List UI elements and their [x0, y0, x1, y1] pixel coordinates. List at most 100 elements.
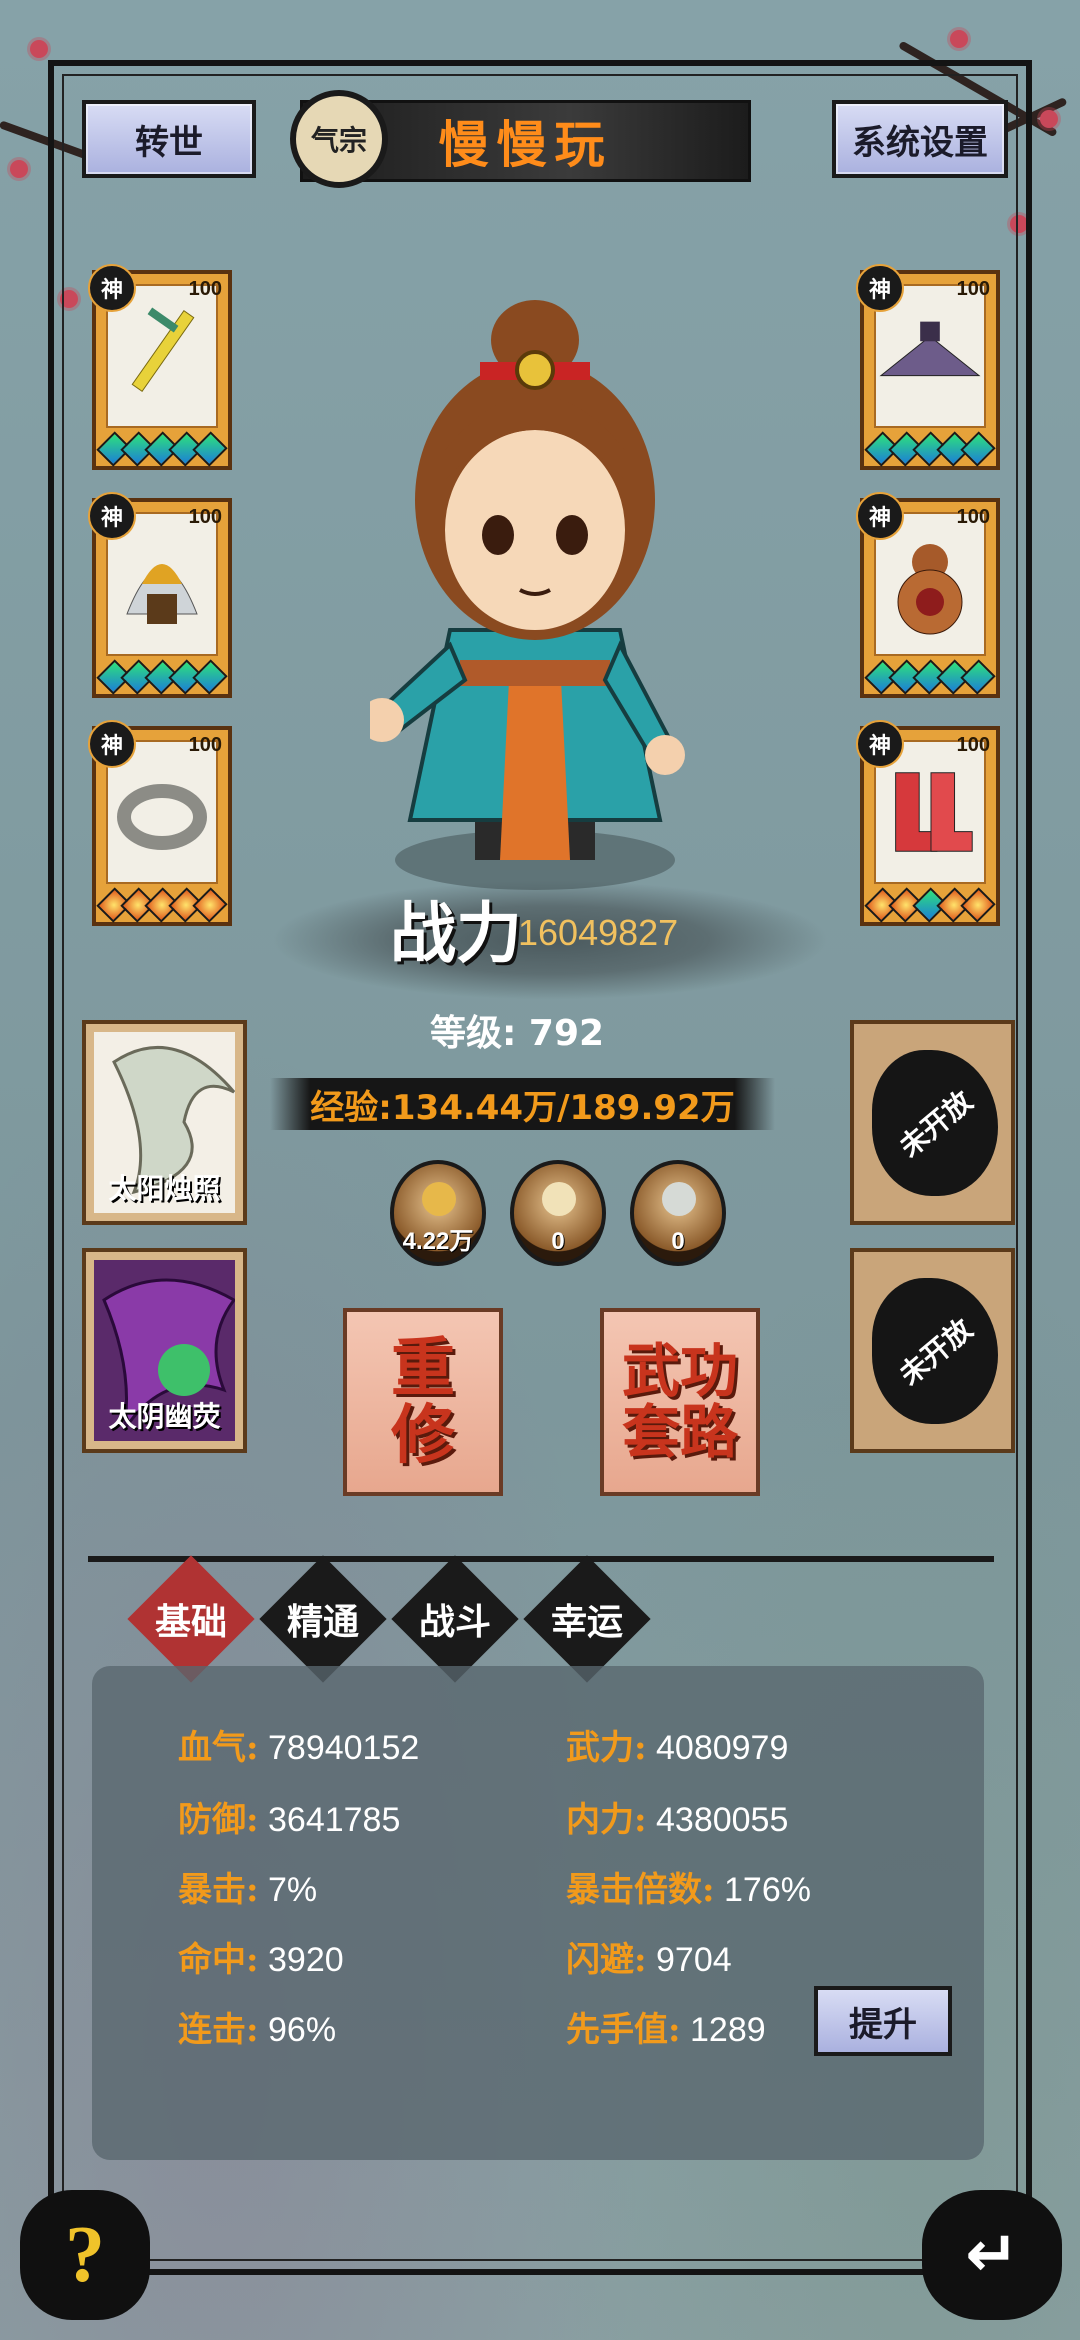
stat-key: 暴击:	[178, 1870, 259, 1910]
tab-mastery[interactable]: 精通	[259, 1555, 387, 1683]
locked-slot[interactable]: 未开放	[850, 1020, 1015, 1225]
gem-row	[864, 659, 996, 695]
stat-inner: 内力: 4380055	[566, 1792, 788, 1841]
exp-bar: 经验:134.44万/189.92万	[270, 1078, 775, 1130]
tab-label: 精通	[286, 1601, 359, 1643]
tab-basic[interactable]: 基础	[127, 1555, 255, 1683]
blossom-decoration	[1040, 110, 1058, 128]
grade-badge: 神	[856, 264, 904, 312]
skill-label: 太阳烛照	[108, 1172, 221, 1205]
stat-defense: 防御: 3641785	[178, 1792, 400, 1841]
equip-slot-weapon[interactable]: 神 100	[88, 264, 232, 470]
character-avatar	[360, 300, 700, 900]
locked-label: 未开放	[893, 1084, 979, 1164]
equip-slot-hat[interactable]: 神 100	[856, 264, 1000, 470]
stat-key: 血气:	[178, 1728, 259, 1768]
stat-value: 7%	[268, 1871, 318, 1909]
stat-key: 命中:	[178, 1940, 259, 1980]
skill-label: 太阴幽荧	[108, 1400, 221, 1433]
stat-combo: 连击: 96%	[178, 2002, 336, 2051]
lock-blot: 未开放	[872, 1050, 998, 1196]
currency-pot[interactable]: 0	[630, 1160, 726, 1266]
help-button[interactable]: ?	[20, 2190, 150, 2320]
gem-row	[96, 431, 228, 467]
pot-orb-icon	[662, 1182, 696, 1216]
equip-slot-gourd[interactable]: 神 100	[856, 492, 1000, 698]
currency-value: 0	[671, 1228, 685, 1255]
stat-value: 176%	[724, 1871, 811, 1909]
tab-label: 幸运	[550, 1601, 623, 1643]
question-icon: ?	[65, 2210, 105, 2299]
blossom-decoration	[10, 160, 28, 178]
retrain-button[interactable]: 重修	[343, 1308, 503, 1496]
stat-value: 3641785	[268, 1801, 401, 1839]
stat-key: 连击:	[178, 2010, 259, 2050]
lock-blot: 未开放	[872, 1278, 998, 1424]
tab-label: 战斗	[418, 1601, 491, 1643]
stat-value: 4080979	[656, 1729, 789, 1767]
stat-key: 暴击倍数:	[566, 1870, 715, 1910]
stat-initiative: 先手值: 1289	[566, 2002, 766, 2051]
stat-hp: 血气: 78940152	[178, 1720, 419, 1769]
grade-badge: 神	[856, 720, 904, 768]
gem-row	[864, 431, 996, 467]
power-label: 战力	[390, 894, 522, 972]
martial-label: 武功套路	[621, 1337, 738, 1466]
equip-level: 100	[956, 278, 990, 300]
gold-orb-icon	[422, 1182, 456, 1216]
stat-value: 78940152	[268, 1729, 420, 1767]
return-arrow-icon: ↵	[965, 2218, 1019, 2292]
equip-slot-ring[interactable]: 神 100	[88, 720, 232, 926]
locked-slot[interactable]: 未开放	[850, 1248, 1015, 1453]
equip-slot-helmet[interactable]: 神 100	[88, 492, 232, 698]
tab-label: 基础	[154, 1601, 227, 1643]
grade-badge: 神	[88, 492, 136, 540]
stat-key: 防御:	[178, 1800, 259, 1840]
stat-force: 武力: 4080979	[566, 1720, 788, 1769]
currency-value: 0	[551, 1228, 565, 1255]
settings-button[interactable]: 系统设置	[832, 100, 1008, 178]
blossom-decoration	[30, 40, 48, 58]
power-value: 16049827	[518, 912, 679, 953]
martial-arts-button[interactable]: 武功套路	[600, 1308, 760, 1496]
grade-badge: 神	[856, 492, 904, 540]
gem-row	[864, 887, 996, 923]
tab-combat[interactable]: 战斗	[391, 1555, 519, 1683]
currency-gold[interactable]: 4.22万	[390, 1160, 486, 1266]
sect-badge[interactable]: 气宗	[290, 90, 388, 188]
skill-slot-sun[interactable]: 太阳烛照	[82, 1020, 247, 1225]
equip-level: 100	[956, 734, 990, 756]
equip-level: 100	[188, 734, 222, 756]
equip-level: 100	[188, 506, 222, 528]
rebirth-button[interactable]: 转世	[82, 100, 256, 178]
equip-level: 100	[956, 506, 990, 528]
locked-label: 未开放	[893, 1312, 979, 1392]
upgrade-button[interactable]: 提升	[814, 1986, 952, 2056]
stat-dodge: 闪避: 9704	[566, 1932, 732, 1981]
stat-crit: 暴击: 7%	[178, 1862, 317, 1911]
currency-value: 4.22万	[402, 1228, 474, 1255]
currency-egg[interactable]: 0	[510, 1160, 606, 1266]
gem-row	[96, 887, 228, 923]
stat-key: 武力:	[566, 1728, 647, 1768]
level-text: 等级: 792	[430, 1013, 605, 1054]
stat-crit-mult: 暴击倍数: 176%	[566, 1862, 811, 1911]
stat-key: 内力:	[566, 1800, 647, 1840]
retrain-label: 重修	[391, 1330, 455, 1473]
stat-value: 4380055	[656, 1801, 789, 1839]
exp-text: 经验:134.44万/189.92万	[310, 1087, 735, 1128]
egg-orb-icon	[542, 1182, 576, 1216]
back-button[interactable]: ↵	[922, 2190, 1062, 2320]
stat-key: 先手值:	[566, 2010, 681, 2050]
equip-slot-boots[interactable]: 神 100	[856, 720, 1000, 926]
skill-slot-moon[interactable]: 太阴幽荧	[82, 1248, 247, 1453]
grade-badge: 神	[88, 720, 136, 768]
stat-key: 闪避:	[566, 1940, 647, 1980]
grade-badge: 神	[88, 264, 136, 312]
stat-value: 3920	[268, 1941, 344, 1979]
tab-luck[interactable]: 幸运	[523, 1555, 651, 1683]
blossom-decoration	[950, 30, 968, 48]
equip-level: 100	[188, 278, 222, 300]
stat-value: 1289	[690, 2011, 766, 2049]
gem-row	[96, 659, 228, 695]
